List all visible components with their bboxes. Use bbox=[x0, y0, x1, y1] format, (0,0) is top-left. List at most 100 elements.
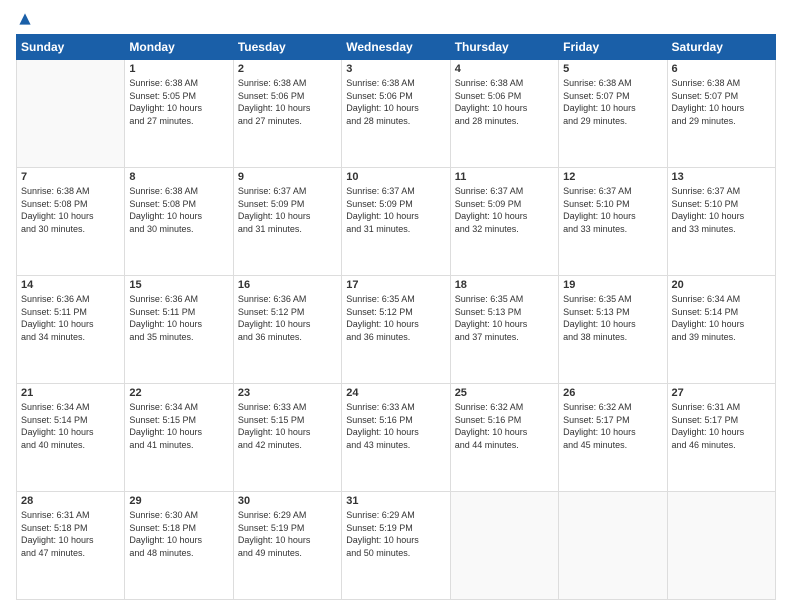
calendar-cell: 11 Sunrise: 6:37 AM Sunset: 5:09 PM Dayli… bbox=[450, 168, 558, 276]
day-info: Sunrise: 6:34 AM Sunset: 5:15 PM Dayligh… bbox=[129, 401, 228, 451]
calendar-cell: 20 Sunrise: 6:34 AM Sunset: 5:14 PM Dayli… bbox=[667, 276, 775, 384]
calendar-cell: 30 Sunrise: 6:29 AM Sunset: 5:19 PM Dayli… bbox=[233, 492, 341, 600]
calendar-header-sunday: Sunday bbox=[17, 35, 125, 60]
day-info: Sunrise: 6:38 AM Sunset: 5:08 PM Dayligh… bbox=[21, 185, 120, 235]
day-number: 23 bbox=[238, 387, 337, 399]
calendar-cell: 3Sunrise: 6:38 AM Sunset: 5:06 PM Daylig… bbox=[342, 60, 450, 168]
day-number: 8 bbox=[129, 171, 228, 183]
day-number: 14 bbox=[21, 279, 120, 291]
calendar-cell: 6 Sunrise: 6:38 AM Sunset: 5:07 PM Daylig… bbox=[667, 60, 775, 168]
calendar-cell: 15Sunrise: 6:36 AM Sunset: 5:11 PM Dayli… bbox=[125, 276, 233, 384]
day-info: Sunrise: 6:30 AM Sunset: 5:18 PM Dayligh… bbox=[129, 509, 228, 559]
day-info: Sunrise: 6:38 AM Sunset: 5:06 PM Dayligh… bbox=[455, 77, 554, 127]
day-info: Sunrise: 6:33 AM Sunset: 5:15 PM Dayligh… bbox=[238, 401, 337, 451]
calendar-week-1: 7 Sunrise: 6:38 AM Sunset: 5:08 PM Daylig… bbox=[17, 168, 776, 276]
calendar-cell: 10 Sunrise: 6:37 AM Sunset: 5:09 PM Dayli… bbox=[342, 168, 450, 276]
logo-icon bbox=[18, 12, 32, 26]
day-info: Sunrise: 6:37 AM Sunset: 5:10 PM Dayligh… bbox=[672, 185, 771, 235]
day-number: 2 bbox=[238, 63, 337, 75]
calendar-cell: 9 Sunrise: 6:37 AM Sunset: 5:09 PM Daylig… bbox=[233, 168, 341, 276]
day-info: Sunrise: 6:36 AM Sunset: 5:12 PM Dayligh… bbox=[238, 293, 337, 343]
day-number: 31 bbox=[346, 495, 445, 507]
calendar-cell: 17 Sunrise: 6:35 AM Sunset: 5:12 PM Dayli… bbox=[342, 276, 450, 384]
day-info: Sunrise: 6:35 AM Sunset: 5:13 PM Dayligh… bbox=[455, 293, 554, 343]
calendar-cell: 5 Sunrise: 6:38 AM Sunset: 5:07 PM Daylig… bbox=[559, 60, 667, 168]
day-number: 27 bbox=[672, 387, 771, 399]
calendar-cell: 2 Sunrise: 6:38 AM Sunset: 5:06 PM Daylig… bbox=[233, 60, 341, 168]
day-info: Sunrise: 6:36 AM Sunset: 5:11 PM Dayligh… bbox=[129, 293, 228, 343]
day-info: Sunrise: 6:37 AM Sunset: 5:09 PM Dayligh… bbox=[238, 185, 337, 235]
day-number: 10 bbox=[346, 171, 445, 183]
calendar-cell: 8 Sunrise: 6:38 AM Sunset: 5:08 PM Daylig… bbox=[125, 168, 233, 276]
day-number: 20 bbox=[672, 279, 771, 291]
calendar-header-saturday: Saturday bbox=[667, 35, 775, 60]
day-number: 12 bbox=[563, 171, 662, 183]
calendar-header-monday: Monday bbox=[125, 35, 233, 60]
day-info: Sunrise: 6:38 AM Sunset: 5:08 PM Dayligh… bbox=[129, 185, 228, 235]
calendar-cell: 16 Sunrise: 6:36 AM Sunset: 5:12 PM Dayli… bbox=[233, 276, 341, 384]
calendar-cell: 25Sunrise: 6:32 AM Sunset: 5:16 PM Dayli… bbox=[450, 384, 558, 492]
day-number: 1 bbox=[129, 63, 228, 75]
calendar-header-row: SundayMondayTuesdayWednesdayThursdayFrid… bbox=[17, 35, 776, 60]
day-number: 17 bbox=[346, 279, 445, 291]
calendar-header-friday: Friday bbox=[559, 35, 667, 60]
day-info: Sunrise: 6:34 AM Sunset: 5:14 PM Dayligh… bbox=[21, 401, 120, 451]
day-number: 22 bbox=[129, 387, 228, 399]
day-number: 6 bbox=[672, 63, 771, 75]
day-number: 25 bbox=[455, 387, 554, 399]
calendar-cell: 24 Sunrise: 6:33 AM Sunset: 5:16 PM Dayli… bbox=[342, 384, 450, 492]
calendar-cell: 4 Sunrise: 6:38 AM Sunset: 5:06 PM Daylig… bbox=[450, 60, 558, 168]
day-number: 9 bbox=[238, 171, 337, 183]
day-number: 16 bbox=[238, 279, 337, 291]
day-number: 29 bbox=[129, 495, 228, 507]
day-info: Sunrise: 6:29 AM Sunset: 5:19 PM Dayligh… bbox=[346, 509, 445, 559]
day-number: 30 bbox=[238, 495, 337, 507]
calendar-cell: 14 Sunrise: 6:36 AM Sunset: 5:11 PM Dayli… bbox=[17, 276, 125, 384]
day-info: Sunrise: 6:35 AM Sunset: 5:13 PM Dayligh… bbox=[563, 293, 662, 343]
calendar-week-4: 28Sunrise: 6:31 AM Sunset: 5:18 PM Dayli… bbox=[17, 492, 776, 600]
calendar-cell: 21 Sunrise: 6:34 AM Sunset: 5:14 PM Dayli… bbox=[17, 384, 125, 492]
day-number: 4 bbox=[455, 63, 554, 75]
calendar-cell: 22 Sunrise: 6:34 AM Sunset: 5:15 PM Dayli… bbox=[125, 384, 233, 492]
day-number: 24 bbox=[346, 387, 445, 399]
calendar-table: SundayMondayTuesdayWednesdayThursdayFrid… bbox=[16, 34, 776, 600]
day-number: 19 bbox=[563, 279, 662, 291]
day-info: Sunrise: 6:37 AM Sunset: 5:09 PM Dayligh… bbox=[455, 185, 554, 235]
day-number: 5 bbox=[563, 63, 662, 75]
day-info: Sunrise: 6:33 AM Sunset: 5:16 PM Dayligh… bbox=[346, 401, 445, 451]
calendar-header-thursday: Thursday bbox=[450, 35, 558, 60]
calendar-cell: 26 Sunrise: 6:32 AM Sunset: 5:17 PM Dayli… bbox=[559, 384, 667, 492]
day-number: 26 bbox=[563, 387, 662, 399]
calendar-header-wednesday: Wednesday bbox=[342, 35, 450, 60]
day-info: Sunrise: 6:34 AM Sunset: 5:14 PM Dayligh… bbox=[672, 293, 771, 343]
calendar-week-2: 14 Sunrise: 6:36 AM Sunset: 5:11 PM Dayli… bbox=[17, 276, 776, 384]
day-info: Sunrise: 6:38 AM Sunset: 5:06 PM Dayligh… bbox=[346, 77, 445, 127]
calendar-cell: 13Sunrise: 6:37 AM Sunset: 5:10 PM Dayli… bbox=[667, 168, 775, 276]
calendar-cell: 12 Sunrise: 6:37 AM Sunset: 5:10 PM Dayli… bbox=[559, 168, 667, 276]
calendar-cell: 23 Sunrise: 6:33 AM Sunset: 5:15 PM Dayli… bbox=[233, 384, 341, 492]
day-info: Sunrise: 6:36 AM Sunset: 5:11 PM Dayligh… bbox=[21, 293, 120, 343]
calendar-cell: 31 Sunrise: 6:29 AM Sunset: 5:19 PM Dayli… bbox=[342, 492, 450, 600]
day-info: Sunrise: 6:29 AM Sunset: 5:19 PM Dayligh… bbox=[238, 509, 337, 559]
day-info: Sunrise: 6:38 AM Sunset: 5:07 PM Dayligh… bbox=[672, 77, 771, 127]
calendar-cell: 27 Sunrise: 6:31 AM Sunset: 5:17 PM Dayli… bbox=[667, 384, 775, 492]
day-info: Sunrise: 6:32 AM Sunset: 5:17 PM Dayligh… bbox=[563, 401, 662, 451]
day-number: 7 bbox=[21, 171, 120, 183]
day-number: 11 bbox=[455, 171, 554, 183]
day-info: Sunrise: 6:37 AM Sunset: 5:10 PM Dayligh… bbox=[563, 185, 662, 235]
day-info: Sunrise: 6:37 AM Sunset: 5:09 PM Dayligh… bbox=[346, 185, 445, 235]
calendar-week-0: 1Sunrise: 6:38 AM Sunset: 5:05 PM Daylig… bbox=[17, 60, 776, 168]
calendar-cell: 28Sunrise: 6:31 AM Sunset: 5:18 PM Dayli… bbox=[17, 492, 125, 600]
day-info: Sunrise: 6:38 AM Sunset: 5:06 PM Dayligh… bbox=[238, 77, 337, 127]
day-number: 21 bbox=[21, 387, 120, 399]
calendar-cell: 1Sunrise: 6:38 AM Sunset: 5:05 PM Daylig… bbox=[125, 60, 233, 168]
day-number: 18 bbox=[455, 279, 554, 291]
day-info: Sunrise: 6:31 AM Sunset: 5:17 PM Dayligh… bbox=[672, 401, 771, 451]
logo bbox=[16, 12, 32, 26]
calendar-week-3: 21 Sunrise: 6:34 AM Sunset: 5:14 PM Dayli… bbox=[17, 384, 776, 492]
day-info: Sunrise: 6:35 AM Sunset: 5:12 PM Dayligh… bbox=[346, 293, 445, 343]
day-info: Sunrise: 6:38 AM Sunset: 5:07 PM Dayligh… bbox=[563, 77, 662, 127]
calendar-header-tuesday: Tuesday bbox=[233, 35, 341, 60]
header bbox=[16, 12, 776, 26]
calendar-cell: 19 Sunrise: 6:35 AM Sunset: 5:13 PM Dayli… bbox=[559, 276, 667, 384]
